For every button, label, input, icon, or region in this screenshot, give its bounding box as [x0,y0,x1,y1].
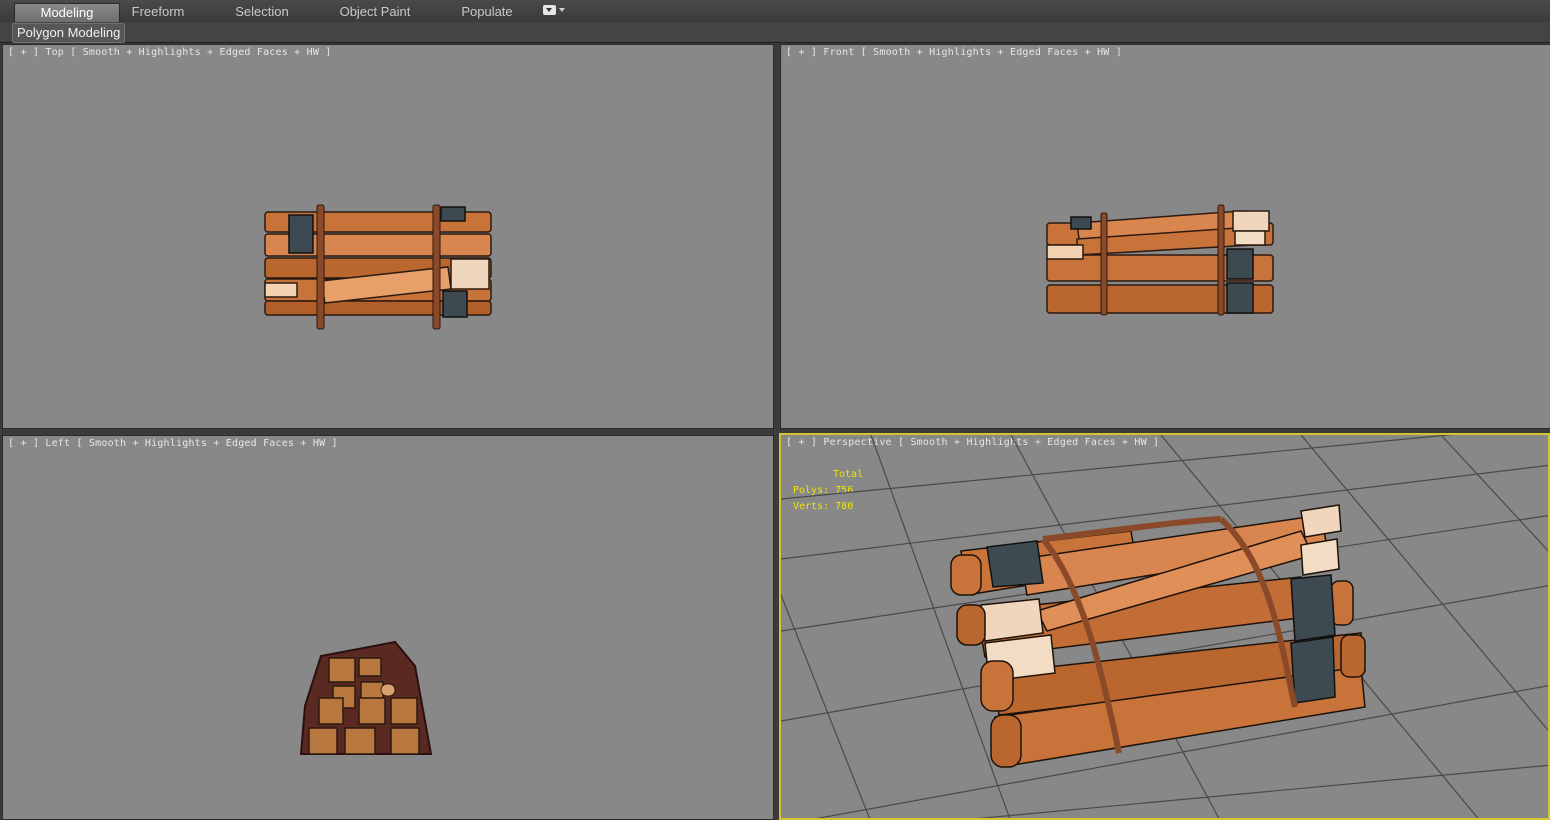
ribbon-panel: Polygon Modeling [0,22,1550,43]
ribbon-options-dropdown[interactable] [543,5,567,17]
viewport-perspective[interactable]: [ + ] Perspective [ Smooth + Highlights … [779,433,1550,820]
log-bundle-front-view [1046,204,1274,316]
perspective-scene [781,435,1548,818]
tab-freeform[interactable]: Freeform [118,3,198,21]
tab-populate[interactable]: Populate [450,3,524,21]
chevron-down-icon [559,8,565,12]
ribbon-tab-bar: Modeling Freeform Selection Object Paint… [0,0,1550,23]
viewport-front[interactable]: [ + ] Front [ Smooth + Highlights + Edge… [780,44,1550,429]
tab-object-paint[interactable]: Object Paint [328,3,422,21]
polygon-modeling-button[interactable]: Polygon Modeling [12,23,126,43]
log-bundle-top-view [264,204,492,330]
ribbon-options-icon [543,5,556,15]
tab-selection[interactable]: Selection [222,3,302,21]
log-bundle-left-view [299,640,433,755]
viewport-left[interactable]: [ + ] Left [ Smooth + Highlights + Edged… [2,435,774,820]
tab-modeling[interactable]: Modeling [14,3,120,22]
viewport-top[interactable]: [ + ] Top [ Smooth + Highlights + Edged … [2,44,774,429]
